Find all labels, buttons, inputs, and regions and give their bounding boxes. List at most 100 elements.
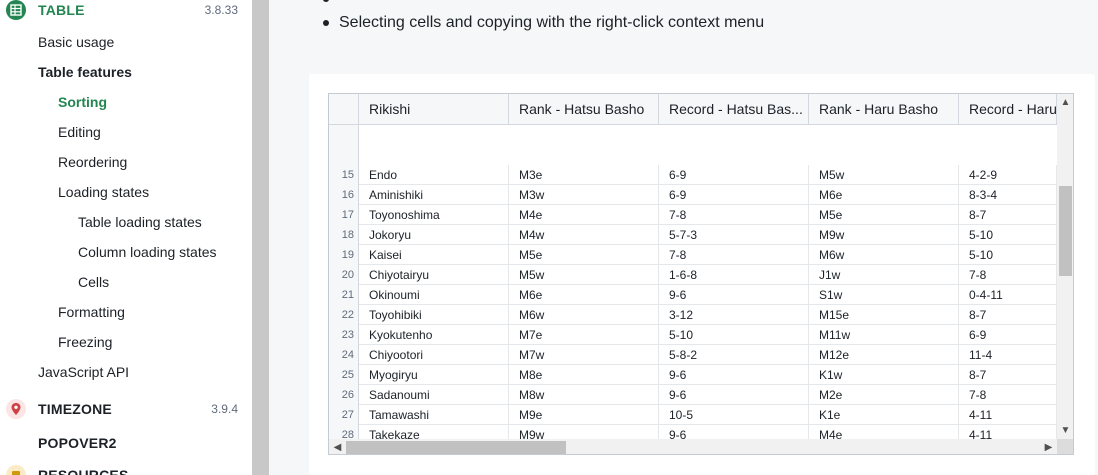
sidebar-section-popover2[interactable]: POPOVER2 bbox=[0, 428, 252, 458]
table-cell[interactable]: M2e bbox=[809, 385, 959, 405]
column-header[interactable]: Rikishi bbox=[359, 94, 509, 124]
table-cell[interactable]: S1w bbox=[809, 285, 959, 305]
table-cell[interactable]: 8-7 bbox=[959, 365, 1057, 385]
table-cell[interactable]: K1w bbox=[809, 365, 959, 385]
row-header[interactable]: 15 bbox=[329, 165, 359, 185]
table-cell[interactable]: 5-10 bbox=[659, 325, 809, 345]
sidebar-item-loading-states[interactable]: Loading states bbox=[58, 180, 149, 204]
sidebar-item-cells[interactable]: Cells bbox=[78, 270, 109, 294]
table-cell[interactable]: M4e bbox=[809, 425, 959, 439]
scroll-down-icon[interactable]: ▼ bbox=[1057, 422, 1073, 439]
table-cell[interactable]: Tamawashi bbox=[359, 405, 509, 425]
column-header[interactable]: Rank - Hatsu Basho bbox=[509, 94, 659, 124]
table-cell[interactable]: 9-6 bbox=[659, 365, 809, 385]
column-header[interactable]: Record - Haru bbox=[959, 94, 1057, 124]
table-cell[interactable]: 9-6 bbox=[659, 385, 809, 405]
table-cell[interactable]: 9-6 bbox=[659, 285, 809, 305]
table-cell[interactable]: Jokoryu bbox=[359, 225, 509, 245]
row-header[interactable]: 23 bbox=[329, 325, 359, 345]
sidebar-item-table-loading-states[interactable]: Table loading states bbox=[78, 210, 202, 234]
table-cell[interactable]: 5-7-3 bbox=[659, 225, 809, 245]
row-header[interactable]: 17 bbox=[329, 205, 359, 225]
table-cell[interactable]: Takekaze bbox=[359, 425, 509, 439]
table-cell[interactable]: 9-6 bbox=[659, 425, 809, 439]
row-header[interactable]: 28 bbox=[329, 425, 359, 439]
table-cell[interactable]: 1-6-8 bbox=[659, 265, 809, 285]
sidebar-item-column-loading-states[interactable]: Column loading states bbox=[78, 240, 217, 264]
table-cell[interactable]: Sadanoumi bbox=[359, 385, 509, 405]
table-cell[interactable]: Toyohibiki bbox=[359, 305, 509, 325]
table-cell[interactable]: M5w bbox=[809, 165, 959, 185]
sidebar-item-sorting[interactable]: Sorting bbox=[58, 90, 107, 114]
table-cell[interactable]: 8-7 bbox=[959, 305, 1057, 325]
table-cell[interactable]: M7w bbox=[509, 345, 659, 365]
horizontal-scrollbar[interactable]: ◀ ▶ bbox=[329, 439, 1057, 454]
sidebar-item-table-features[interactable]: Table features bbox=[38, 60, 132, 84]
table-cell[interactable]: M6w bbox=[509, 305, 659, 325]
sidebar-item-reordering[interactable]: Reordering bbox=[58, 150, 127, 174]
scroll-left-icon[interactable]: ◀ bbox=[329, 439, 346, 454]
table-cell[interactable]: 8-7 bbox=[959, 205, 1057, 225]
row-header[interactable]: 19 bbox=[329, 245, 359, 265]
table-cell[interactable]: 4-11 bbox=[959, 425, 1057, 439]
table-cell[interactable]: 7-8 bbox=[659, 205, 809, 225]
sidebar-item-freezing[interactable]: Freezing bbox=[58, 330, 112, 354]
table-cell[interactable]: Endo bbox=[359, 165, 509, 185]
table-viewport[interactable]: Rikishi Rank - Hatsu Basho Record - Hats… bbox=[329, 94, 1057, 439]
row-header[interactable]: 24 bbox=[329, 345, 359, 365]
row-header[interactable]: 25 bbox=[329, 365, 359, 385]
table-cell[interactable]: 3-12 bbox=[659, 305, 809, 325]
sidebar-section-timezone[interactable]: TIMEZONE 3.9.4 bbox=[0, 394, 252, 424]
table-cell[interactable]: Aminishiki bbox=[359, 185, 509, 205]
sidebar-item-basic-usage[interactable]: Basic usage bbox=[38, 30, 114, 54]
row-header-corner[interactable] bbox=[329, 94, 359, 124]
scrollbar-thumb[interactable] bbox=[346, 441, 566, 454]
table-cell[interactable]: J1w bbox=[809, 265, 959, 285]
table-cell[interactable]: M6e bbox=[809, 185, 959, 205]
table-cell[interactable]: M8w bbox=[509, 385, 659, 405]
table-cell[interactable]: M8e bbox=[509, 365, 659, 385]
table-cell[interactable]: M9w bbox=[809, 225, 959, 245]
table-cell[interactable]: 6-9 bbox=[659, 165, 809, 185]
table-cell[interactable]: 8-3-4 bbox=[959, 185, 1057, 205]
table-cell[interactable]: M6w bbox=[809, 245, 959, 265]
table-cell[interactable]: M12e bbox=[809, 345, 959, 365]
table-cell[interactable]: M5e bbox=[809, 205, 959, 225]
column-header[interactable]: Record - Hatsu Bas... bbox=[659, 94, 809, 124]
table-cell[interactable]: 6-9 bbox=[959, 325, 1057, 345]
column-header[interactable]: Rank - Haru Basho bbox=[809, 94, 959, 124]
table-cell[interactable]: Okinoumi bbox=[359, 285, 509, 305]
table-cell[interactable]: Chiyootori bbox=[359, 345, 509, 365]
table-cell[interactable]: Kaisei bbox=[359, 245, 509, 265]
table-cell[interactable]: M5e bbox=[509, 245, 659, 265]
table-cell[interactable]: Myogiryu bbox=[359, 365, 509, 385]
sidebar-section-table[interactable]: TABLE 3.8.33 bbox=[0, 0, 252, 25]
table-cell[interactable]: M9w bbox=[509, 425, 659, 439]
sidebar-item-editing[interactable]: Editing bbox=[58, 120, 101, 144]
table-cell[interactable]: Chiyotairyu bbox=[359, 265, 509, 285]
table-cell[interactable]: M4w bbox=[509, 225, 659, 245]
table-cell[interactable]: 7-8 bbox=[959, 385, 1057, 405]
table-cell[interactable]: M7e bbox=[509, 325, 659, 345]
table-cell[interactable]: Toyonoshima bbox=[359, 205, 509, 225]
row-header[interactable]: 22 bbox=[329, 305, 359, 325]
table-cell[interactable]: K1e bbox=[809, 405, 959, 425]
table-cell[interactable]: 7-8 bbox=[959, 265, 1057, 285]
table-cell[interactable]: 4-2-9 bbox=[959, 165, 1057, 185]
sidebar-item-javascript-api[interactable]: JavaScript API bbox=[38, 360, 129, 384]
sidebar-item-formatting[interactable]: Formatting bbox=[58, 300, 125, 324]
table-cell[interactable]: 5-8-2 bbox=[659, 345, 809, 365]
table-cell[interactable]: 11-4 bbox=[959, 345, 1057, 365]
scroll-up-icon[interactable]: ▲ bbox=[1057, 94, 1073, 111]
table-cell[interactable]: M3w bbox=[509, 185, 659, 205]
scrollbar-thumb[interactable] bbox=[1059, 186, 1072, 276]
table-cell[interactable]: 7-8 bbox=[659, 245, 809, 265]
row-header[interactable]: 20 bbox=[329, 265, 359, 285]
vertical-scrollbar[interactable]: ▲ ▼ bbox=[1057, 94, 1073, 439]
table-cell[interactable]: M4e bbox=[509, 205, 659, 225]
table-cell[interactable]: M3e bbox=[509, 165, 659, 185]
row-header[interactable]: 16 bbox=[329, 185, 359, 205]
table-cell[interactable]: M5w bbox=[509, 265, 659, 285]
table-cell[interactable]: 5-10 bbox=[959, 225, 1057, 245]
table-cell[interactable]: 4-11 bbox=[959, 405, 1057, 425]
